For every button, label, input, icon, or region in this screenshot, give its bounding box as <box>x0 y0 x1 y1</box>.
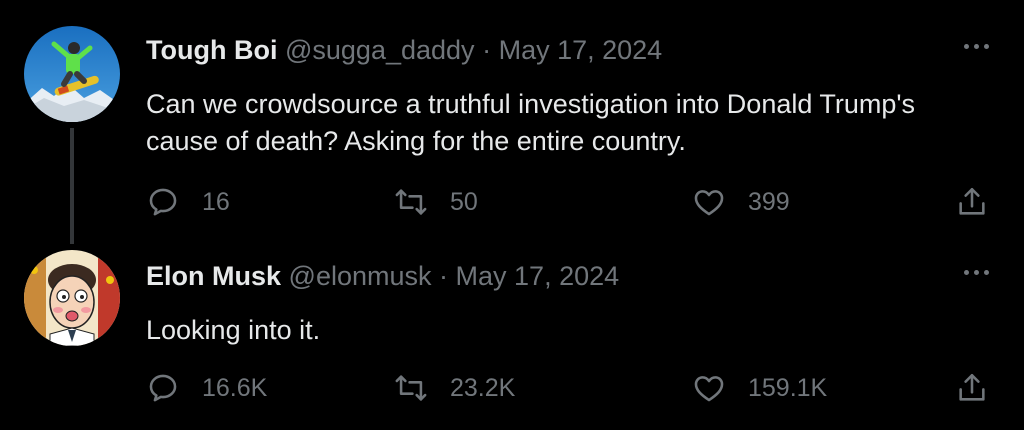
tweet-header: Tough Boi @sugga_daddy · May 17, 2024 <box>146 34 662 66</box>
header-separator: · <box>439 261 449 291</box>
more-options-icon[interactable] <box>964 40 998 52</box>
tweet-date[interactable]: May 17, 2024 <box>499 35 663 65</box>
tweet[interactable]: Elon Musk @elonmusk · May 17, 2024 Looki… <box>0 240 1024 430</box>
heart-icon <box>694 376 724 402</box>
like-count: 159.1K <box>748 373 828 402</box>
reply-button[interactable]: 16 <box>146 182 230 222</box>
tweet[interactable]: Tough Boi @sugga_daddy · May 17, 2024 Ca… <box>0 0 1024 244</box>
tweet-header: Elon Musk @elonmusk · May 17, 2024 <box>146 260 619 292</box>
retweet-count: 23.2K <box>450 373 516 402</box>
share-button[interactable] <box>955 182 989 222</box>
tweet-actions: 16.6K 23.2K 159.1K <box>0 368 1024 408</box>
author-name[interactable]: Tough Boi <box>146 35 277 65</box>
author-handle[interactable]: @sugga_daddy <box>285 35 475 65</box>
tweet-actions: 16 50 399 <box>0 182 1024 222</box>
tweet-text: Looking into it. <box>146 315 321 345</box>
tweet-thread: Tough Boi @sugga_daddy · May 17, 2024 Ca… <box>0 0 1024 430</box>
retweet-button[interactable]: 23.2K <box>394 368 515 408</box>
header-separator: · <box>482 35 492 65</box>
retweet-icon <box>395 375 427 401</box>
tweet-text: Can we crowdsource a truthful investigat… <box>146 89 916 156</box>
author-handle[interactable]: @elonmusk <box>289 261 432 291</box>
share-icon <box>959 187 985 215</box>
author-name[interactable]: Elon Musk <box>146 261 281 291</box>
reply-count: 16 <box>202 187 230 216</box>
share-icon <box>959 373 985 401</box>
heart-icon <box>694 190 724 216</box>
like-button[interactable]: 399 <box>692 182 790 222</box>
reply-icon <box>149 374 177 402</box>
retweet-button[interactable]: 50 <box>394 182 478 222</box>
avatar[interactable] <box>24 26 120 122</box>
avatar[interactable] <box>24 250 120 346</box>
more-options-icon[interactable] <box>964 266 998 278</box>
like-button[interactable]: 159.1K <box>692 368 827 408</box>
reply-count: 16.6K <box>202 373 268 402</box>
tweet-date[interactable]: May 17, 2024 <box>456 261 620 291</box>
share-button[interactable] <box>955 368 989 408</box>
like-count: 399 <box>748 187 790 216</box>
reply-button[interactable]: 16.6K <box>146 368 267 408</box>
retweet-count: 50 <box>450 187 478 216</box>
retweet-icon <box>395 189 427 215</box>
snowboarder-avatar-icon <box>24 26 120 122</box>
reply-icon <box>149 188 177 216</box>
cartoon-face-avatar-icon <box>24 250 120 346</box>
